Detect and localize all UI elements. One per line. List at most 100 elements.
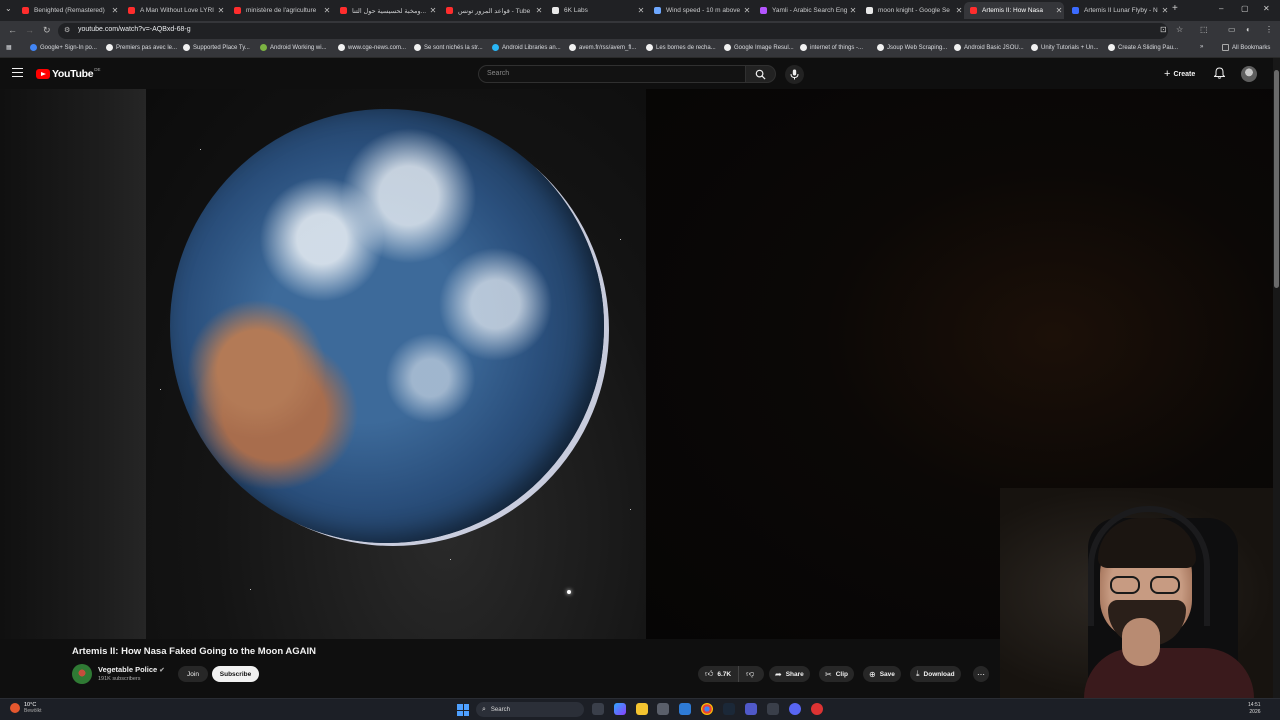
channel-name[interactable]: Vegetable Police ✔ bbox=[98, 665, 165, 674]
hamburger-menu-icon[interactable] bbox=[12, 68, 23, 77]
bookmark-item[interactable]: Unity Tutorials + Un... bbox=[1031, 44, 1099, 51]
taskbar-search[interactable]: ⌕ Search bbox=[476, 702, 584, 717]
browser-tab[interactable]: A Man Without Love LYRI ✕ bbox=[122, 2, 226, 19]
browser-tab[interactable]: 6K Labs ✕ bbox=[546, 2, 646, 19]
voice-search-button[interactable] bbox=[785, 65, 804, 84]
store-icon[interactable] bbox=[657, 703, 669, 715]
task-view-icon[interactable] bbox=[592, 703, 604, 715]
tab-close-icon[interactable]: ✕ bbox=[636, 6, 646, 15]
bookmark-favicon-icon bbox=[106, 44, 113, 51]
bookmark-item[interactable]: Create A Sliding Pau... bbox=[1108, 44, 1178, 51]
bookmark-star-icon[interactable]: ☆ bbox=[1176, 25, 1183, 34]
save-button[interactable]: ⊕ Save bbox=[863, 666, 901, 682]
file-explorer-icon[interactable] bbox=[636, 703, 648, 715]
address-bar[interactable]: ⚙ youtube.com/watch?v=-AQBxd-68-g bbox=[58, 23, 1168, 39]
clip-button[interactable]: ✂ Clip bbox=[819, 666, 854, 682]
app-icon[interactable] bbox=[767, 703, 779, 715]
youtube-logo[interactable]: YouTube DE bbox=[36, 67, 101, 80]
tab-close-icon[interactable]: ✕ bbox=[1160, 6, 1170, 15]
sidebar-icon[interactable]: ▭ bbox=[1228, 25, 1236, 34]
teams-icon[interactable] bbox=[745, 703, 757, 715]
install-app-icon[interactable]: ⊡ bbox=[1160, 25, 1167, 34]
maximize-icon[interactable]: ▢ bbox=[1241, 4, 1249, 13]
site-info-icon[interactable]: ⚙ bbox=[64, 26, 70, 34]
mail-icon[interactable] bbox=[679, 703, 691, 715]
bookmark-item[interactable]: Les bornes de recha... bbox=[646, 44, 716, 51]
windows-start-icon[interactable] bbox=[457, 704, 469, 716]
tab-close-icon[interactable]: ✕ bbox=[742, 6, 752, 15]
copilot-icon[interactable] bbox=[614, 703, 626, 715]
browser-tab[interactable]: Wind speed - 10 m above ✕ bbox=[648, 2, 752, 19]
tab-close-icon[interactable]: ✕ bbox=[1054, 6, 1064, 15]
notifications-bell-icon[interactable] bbox=[1214, 67, 1225, 79]
bookmark-item[interactable]: Jsoup Web Scraping... bbox=[877, 44, 947, 51]
browser-tab[interactable]: ومخبة لحسيسية حول التنا... ✕ bbox=[334, 2, 438, 19]
scrollbar-thumb[interactable] bbox=[1274, 70, 1279, 288]
share-button[interactable]: ➦ Share bbox=[769, 666, 810, 682]
bookmark-item[interactable]: internet of things -... bbox=[800, 44, 863, 51]
channel-avatar[interactable] bbox=[72, 664, 92, 684]
chrome-icon[interactable] bbox=[701, 703, 713, 715]
bookmark-item[interactable]: Premiers pas avec le... bbox=[106, 44, 177, 51]
tab-search-icon[interactable]: ⌄ bbox=[5, 4, 12, 13]
discord-icon[interactable] bbox=[789, 703, 801, 715]
steam-icon[interactable] bbox=[723, 703, 735, 715]
tab-close-icon[interactable]: ✕ bbox=[848, 6, 858, 15]
url-text[interactable]: youtube.com/watch?v=-AQBxd-68-g bbox=[78, 26, 191, 33]
weather-widget[interactable]: 10°C Bewölkt bbox=[10, 702, 42, 714]
back-icon[interactable]: ← bbox=[8, 25, 17, 35]
subscribe-button[interactable]: Subscribe bbox=[212, 666, 259, 682]
tab-title: Artemis II Lunar Flyby - N bbox=[1084, 7, 1158, 14]
more-bookmarks-icon[interactable]: » bbox=[1200, 44, 1203, 50]
forward-icon[interactable]: → bbox=[25, 25, 34, 35]
tab-close-icon[interactable]: ✕ bbox=[322, 6, 332, 15]
bookmark-item[interactable]: Google+ Sign-In po... bbox=[30, 44, 97, 51]
browser-tab[interactable]: Artemis II Lunar Flyby - N ✕ bbox=[1066, 2, 1170, 19]
search-input[interactable]: Search bbox=[478, 65, 746, 83]
extensions-icon[interactable]: ⬚ bbox=[1200, 25, 1208, 34]
bookmark-item[interactable]: Android Basic JSOU... bbox=[954, 44, 1024, 51]
minimize-icon[interactable]: – bbox=[1219, 4, 1223, 13]
tab-close-icon[interactable]: ✕ bbox=[428, 6, 438, 15]
reload-icon[interactable]: ↻ bbox=[43, 25, 51, 36]
apps-grid-icon[interactable]: ▦ bbox=[6, 44, 12, 51]
tab-close-icon[interactable]: ✕ bbox=[216, 6, 226, 15]
new-tab-button[interactable]: + bbox=[1172, 3, 1178, 14]
download-button[interactable]: ⤓ Download bbox=[910, 666, 961, 682]
browser-tab[interactable]: moon knight - Google Se ✕ bbox=[860, 2, 964, 19]
dislike-button[interactable]: 👎︎ bbox=[739, 669, 761, 679]
close-window-icon[interactable]: ✕ bbox=[1263, 4, 1270, 13]
profile-icon[interactable]: ◐ bbox=[1246, 25, 1251, 34]
browser-tab[interactable]: Yamli - Arabic Search Eng ✕ bbox=[754, 2, 858, 19]
browser-tab[interactable]: Benighted (Remastered) ✕ bbox=[16, 2, 120, 19]
menu-dots-icon[interactable]: ⋮ bbox=[1265, 25, 1273, 34]
bookmark-item[interactable]: Google Image Resul... bbox=[724, 44, 794, 51]
tab-close-icon[interactable]: ✕ bbox=[534, 6, 544, 15]
all-bookmarks[interactable]: All Bookmarks bbox=[1222, 44, 1270, 51]
join-button[interactable]: Join bbox=[178, 666, 208, 682]
create-button[interactable]: + Create bbox=[1160, 66, 1199, 82]
search-button[interactable] bbox=[745, 65, 776, 83]
bookmark-item[interactable]: Android Libraries an... bbox=[492, 44, 561, 51]
browser-tab[interactable]: ministère de l'agriculture ✕ bbox=[228, 2, 332, 19]
tab-close-icon[interactable]: ✕ bbox=[110, 6, 120, 15]
tab-title: 6K Labs bbox=[564, 7, 588, 14]
channel-name-text[interactable]: Vegetable Police bbox=[98, 665, 157, 674]
bookmark-item[interactable]: avem.fr/rss/avem_fl... bbox=[569, 44, 636, 51]
system-clock[interactable]: 14:51 2026 bbox=[1248, 702, 1261, 716]
bookmark-item[interactable]: Android Working wi... bbox=[260, 44, 327, 51]
account-avatar[interactable] bbox=[1241, 66, 1257, 82]
page-scrollbar[interactable] bbox=[1273, 58, 1280, 698]
tab-close-icon[interactable]: ✕ bbox=[954, 6, 964, 15]
more-actions-icon[interactable]: ⋯ bbox=[973, 666, 989, 682]
tab-title: Benighted (Remastered) bbox=[34, 7, 105, 14]
tab-title: Artemis II: How Nasa bbox=[982, 7, 1044, 14]
bookmark-item[interactable]: www.cge-news.com... bbox=[338, 44, 406, 51]
bookmark-item[interactable]: Se sont nichés la str... bbox=[414, 44, 483, 51]
obs-icon[interactable] bbox=[811, 703, 823, 715]
youtube-play-icon bbox=[36, 69, 50, 79]
like-button[interactable]: 👍︎ 6.7K bbox=[698, 666, 740, 682]
browser-tab[interactable]: قواعد المرور تونس - Tube ✕ bbox=[440, 2, 544, 19]
tab-active[interactable]: Artemis II: How Nasa ✕ bbox=[964, 2, 1064, 19]
bookmark-item[interactable]: Supported Place Ty... bbox=[183, 44, 250, 51]
